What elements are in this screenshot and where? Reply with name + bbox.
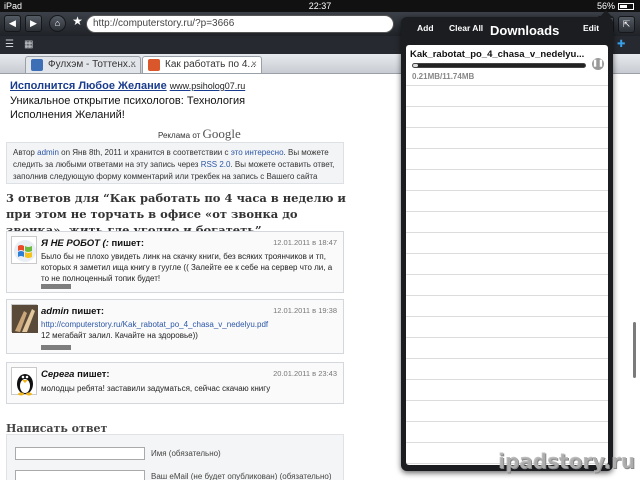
tab-title: Фулхэм - Тоттенх...	[48, 59, 137, 70]
rss-link[interactable]: RSS 2.0	[201, 160, 231, 169]
comment-author: Серега пишет:	[41, 369, 110, 380]
list-separator	[406, 358, 608, 359]
bookmark-star-icon[interactable]: ★	[69, 14, 86, 31]
email-field[interactable]	[15, 470, 145, 480]
downloads-header: Add Clear All Downloads Edit	[401, 17, 613, 45]
bookmarks-menu-icon[interactable]: ☰	[5, 39, 14, 50]
watermark: ipadstory.ru	[498, 449, 635, 473]
edit-button[interactable]: Edit	[583, 23, 599, 33]
url-bar[interactable]	[86, 15, 394, 33]
tab-favicon-icon	[148, 59, 160, 71]
list-separator	[406, 148, 608, 149]
list-separator	[406, 253, 608, 254]
list-separator	[406, 169, 608, 170]
status-bar: iPad 22:37 56%	[0, 0, 640, 12]
tab-title: Как работать по 4...	[165, 59, 256, 70]
reply-bar[interactable]	[41, 284, 71, 289]
ad-line-2: Исполнения Желаний!	[10, 109, 125, 121]
tab-kak-rabotat[interactable]: Как работать по 4... ×	[142, 56, 262, 73]
list-separator	[406, 211, 608, 212]
comment-item: Я НЕ РОБОТ (: пишет: 12.01.2011 в 18:47 …	[6, 231, 344, 293]
reply-form: Имя (обязательно) Ваш eMail (не будет оп…	[6, 434, 344, 480]
list-separator	[406, 442, 608, 443]
ad-source: www.psiholog07.ru	[169, 81, 246, 91]
page-content: Исполнится Любое Желание www.psiholog07.r…	[0, 74, 400, 480]
downloads-popover: Add Clear All Downloads Edit Kak_rabotat…	[401, 10, 613, 471]
list-separator	[406, 379, 608, 380]
pdf-download-link[interactable]: http://computerstory.ru/Kak_rabotat_po_4…	[41, 319, 337, 330]
list-separator	[406, 85, 608, 86]
google-ads-label[interactable]: Реклама от Google	[158, 126, 241, 142]
download-progress-bar	[412, 63, 586, 68]
clock: 22:37	[308, 1, 332, 11]
admin-avatar	[11, 304, 38, 333]
comment-date[interactable]: 20.01.2011 в 23:43	[273, 369, 337, 378]
tux-avatar	[11, 367, 37, 396]
tab-fulham[interactable]: Фулхэм - Тоттенх... ×	[25, 56, 141, 73]
list-separator	[406, 106, 608, 107]
email-label: Ваш eMail (не будет опубликован) (обязат…	[151, 472, 332, 480]
name-label: Имя (обязательно)	[151, 449, 221, 458]
grid-view-icon[interactable]: ▦	[24, 39, 33, 50]
list-separator	[406, 400, 608, 401]
clear-all-button[interactable]: Clear All	[449, 23, 483, 33]
list-separator	[406, 421, 608, 422]
close-tab-icon[interactable]: ×	[251, 57, 257, 73]
post-info: Автор admin on Янв 8th, 2011 и хранится …	[6, 142, 344, 184]
comment-author: Я НЕ РОБОТ (: пишет:	[41, 238, 145, 249]
downloads-title: Downloads	[490, 23, 560, 38]
list-separator	[406, 127, 608, 128]
author-link[interactable]: admin	[37, 148, 59, 157]
windows-avatar	[11, 236, 37, 264]
home-icon[interactable]: ⌂	[49, 15, 66, 32]
page-scrollbar[interactable]	[633, 322, 636, 378]
comment-date[interactable]: 12.01.2011 в 18:47	[273, 238, 337, 247]
list-separator	[406, 190, 608, 191]
download-size: 0.21MB/11.74MB	[412, 72, 475, 81]
back-icon[interactable]: ◀	[4, 15, 21, 32]
fullscreen-icon[interactable]: ⇱	[618, 16, 635, 33]
tools-icon[interactable]: ✚	[617, 39, 625, 50]
list-separator	[406, 232, 608, 233]
url-input[interactable]	[93, 18, 393, 29]
comment-text: http://computerstory.ru/Kak_rabotat_po_4…	[41, 319, 337, 341]
close-tab-icon[interactable]: ×	[130, 57, 136, 73]
list-separator	[406, 274, 608, 275]
forward-icon[interactable]: ▶	[25, 15, 42, 32]
list-separator	[406, 316, 608, 317]
pause-icon[interactable]: ❚❚	[592, 58, 604, 70]
comment-author: admin пишет:	[41, 306, 105, 317]
comment-text: Было бы не плохо увидеть линк на скачку …	[41, 252, 333, 283]
comment-text: молодцы ребята! заставили задуматься, се…	[41, 384, 271, 393]
name-field[interactable]	[15, 447, 145, 460]
google-logo: Google	[202, 126, 241, 141]
category-link[interactable]: это интересно	[231, 148, 284, 157]
ad-line-1: Уникальное открытие психологов: Технолог…	[10, 95, 246, 107]
comment-item: admin пишет: 12.01.2011 в 19:38 http://c…	[6, 299, 344, 354]
download-filename: Kak_rabotat_po_4_chasa_v_nedelyu...	[410, 49, 585, 60]
add-button[interactable]: Add	[417, 23, 434, 33]
comment-date[interactable]: 12.01.2011 в 19:38	[273, 306, 337, 315]
ad-link[interactable]: Исполнится Любое Желание www.psiholog07.r…	[10, 80, 245, 92]
list-separator	[406, 337, 608, 338]
battery-icon	[618, 2, 634, 10]
list-separator	[406, 295, 608, 296]
reply-bar[interactable]	[41, 345, 71, 350]
tab-favicon-icon	[31, 59, 43, 71]
comment-item: Серега пишет: 20.01.2011 в 23:43 молодцы…	[6, 362, 344, 404]
downloads-list[interactable]: Kak_rabotat_po_4_chasa_v_nedelyu... ❚❚ 0…	[406, 45, 608, 465]
